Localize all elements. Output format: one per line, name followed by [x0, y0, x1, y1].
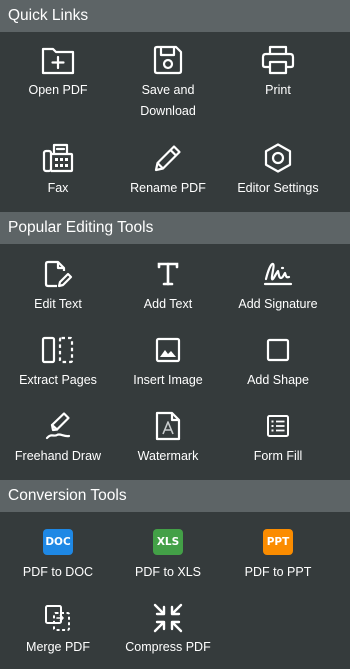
tile-label: Extract Pages — [19, 373, 97, 387]
ppt-badge-icon: PPT — [260, 524, 296, 560]
tile-label: Compress PDF — [125, 640, 211, 654]
section-title: Quick Links — [8, 7, 89, 24]
rename-pdf-button[interactable]: Rename PDF — [113, 140, 223, 212]
tile-label: Open PDF — [28, 83, 88, 97]
add-text-button[interactable]: Add Text — [113, 256, 223, 332]
doc-badge-icon: DOC — [40, 524, 76, 560]
tile-label: Fax — [47, 181, 69, 195]
conversion-tools-grid: DOC PDF to DOC XLS PDF to XLS PPT PDF to… — [0, 512, 350, 658]
tile-label: Add Text — [143, 297, 193, 311]
section-title: Popular Editing Tools — [8, 219, 154, 236]
tile-label: Save and Download — [140, 83, 196, 118]
tile-label: Add Shape — [247, 373, 309, 387]
popular-tools-grid: Edit Text Add Text Add Signature Extract… — [0, 244, 350, 480]
tile-label: Print — [265, 83, 291, 97]
tile-label: PDF to PPT — [244, 565, 312, 579]
form-fill-button[interactable]: Form Fill — [223, 408, 333, 480]
watermark-icon — [150, 408, 186, 444]
fax-button[interactable]: Fax — [3, 140, 113, 212]
add-signature-button[interactable]: Add Signature — [223, 256, 333, 332]
ppt-badge: PPT — [263, 529, 293, 555]
compress-pdf-button[interactable]: Compress PDF — [113, 600, 223, 658]
add-shape-button[interactable]: Add Shape — [223, 332, 333, 408]
quick-links-grid: Open PDF Save and Download Print Fax Ren… — [0, 32, 350, 212]
merge-pdf-button[interactable]: Merge PDF — [3, 600, 113, 658]
insert-image-button[interactable]: Insert Image — [113, 332, 223, 408]
editor-settings-button[interactable]: Editor Settings — [223, 140, 333, 212]
tile-label: PDF to DOC — [22, 565, 94, 579]
save-download-button[interactable]: Save and Download — [113, 42, 223, 140]
freehand-draw-button[interactable]: Freehand Draw — [3, 408, 113, 480]
tile-label: Add Signature — [238, 297, 318, 311]
side-panel: Quick Links Open PDF Save and Download P… — [0, 0, 350, 669]
tile-label: Form Fill — [253, 449, 303, 463]
conversion-tools-header: Conversion Tools — [0, 480, 350, 512]
document-pen-icon — [40, 256, 76, 292]
tile-label: Insert Image — [133, 373, 203, 387]
tile-label: PDF to XLS — [135, 565, 201, 579]
pdf-to-ppt-button[interactable]: PPT PDF to PPT — [223, 524, 333, 600]
text-t-icon — [150, 256, 186, 292]
pdf-to-doc-button[interactable]: DOC PDF to DOC — [3, 524, 113, 600]
square-icon — [260, 332, 296, 368]
form-list-icon — [260, 408, 296, 444]
tile-label: Editor Settings — [237, 181, 319, 195]
tile-label: Freehand Draw — [14, 449, 102, 463]
extract-pages-icon — [40, 332, 76, 368]
compress-arrows-icon — [150, 600, 186, 635]
xls-badge-icon: XLS — [150, 524, 186, 560]
pen-draw-icon — [40, 408, 76, 444]
tile-label: Rename PDF — [130, 181, 206, 195]
pdf-to-xls-button[interactable]: XLS PDF to XLS — [113, 524, 223, 600]
merge-icon — [40, 600, 76, 635]
open-pdf-button[interactable]: Open PDF — [3, 42, 113, 140]
quick-links-header: Quick Links — [0, 0, 350, 32]
xls-badge: XLS — [153, 529, 183, 555]
tile-label: Edit Text — [34, 297, 82, 311]
popular-tools-header: Popular Editing Tools — [0, 212, 350, 244]
signature-icon — [260, 256, 296, 292]
folder-plus-icon — [40, 42, 76, 78]
watermark-button[interactable]: Watermark — [113, 408, 223, 480]
tile-label: Merge PDF — [26, 640, 90, 654]
pencil-icon — [150, 140, 186, 176]
image-icon — [150, 332, 186, 368]
print-button[interactable]: Print — [223, 42, 333, 140]
fax-machine-icon — [40, 140, 76, 176]
edit-text-button[interactable]: Edit Text — [3, 256, 113, 332]
extract-pages-button[interactable]: Extract Pages — [3, 332, 113, 408]
doc-badge: DOC — [43, 529, 73, 555]
tile-label: Watermark — [137, 449, 199, 463]
hexagon-gear-icon — [260, 140, 296, 176]
printer-icon — [260, 42, 296, 78]
floppy-disk-icon — [150, 42, 186, 78]
section-title: Conversion Tools — [8, 487, 127, 504]
